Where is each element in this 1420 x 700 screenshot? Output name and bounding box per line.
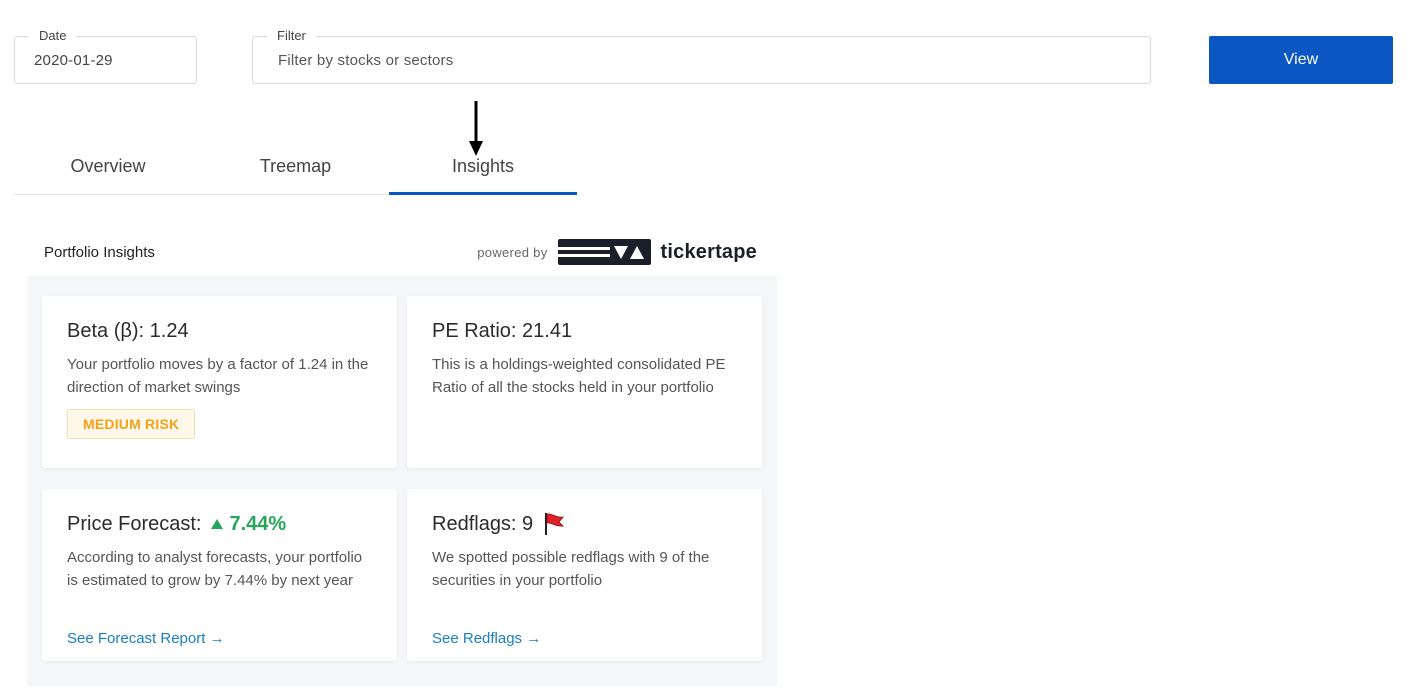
forecast-value-wrap: 7.44% (211, 511, 286, 537)
beta-title: Beta (β): 1.24 (67, 320, 189, 342)
powered-by-text: powered by (477, 244, 548, 260)
pe-ratio-description: This is a holdings-weighted consolidated… (432, 356, 726, 396)
red-flag-icon (545, 513, 565, 535)
beta-card: Beta (β): 1.24 Your portfolio moves by a… (42, 296, 397, 468)
filter-field[interactable]: Filter (252, 28, 1151, 84)
filter-input[interactable] (253, 37, 1150, 83)
insights-panel: Beta (β): 1.24 Your portfolio moves by a… (27, 276, 777, 686)
price-forecast-description: According to analyst forecasts, your por… (67, 549, 363, 589)
powered-by: powered by tickertape (477, 238, 757, 266)
redflags-heading: Redflags: 9 (432, 511, 737, 537)
price-forecast-title: Price Forecast: (67, 513, 202, 535)
redflags-title: Redflags: 9 (432, 513, 534, 535)
beta-description: Your portfolio moves by a factor of 1.24… (67, 356, 369, 396)
date-field[interactable]: Date 2020-01-29 (14, 28, 197, 84)
tab-treemap[interactable]: Treemap (202, 140, 389, 193)
tab-bar: Overview Treemap Insights (14, 140, 577, 195)
risk-badge: MEDIUM RISK (67, 409, 196, 439)
date-value[interactable]: 2020-01-29 (34, 37, 113, 83)
price-forecast-heading: Price Forecast: 7.44% (67, 511, 372, 537)
insights-header: Portfolio Insights powered by tickertape (27, 232, 777, 276)
tab-insights[interactable]: Insights (389, 140, 577, 195)
redflags-card: Redflags: 9 We spotted possible redflags… (407, 489, 762, 661)
see-forecast-report-link[interactable]: See Forecast Report → (67, 630, 225, 647)
triangle-up-icon (211, 519, 224, 529)
tab-overview[interactable]: Overview (14, 140, 202, 193)
insights-title: Portfolio Insights (44, 244, 155, 261)
redflags-description: We spotted possible redflags with 9 of t… (432, 549, 710, 589)
forecast-value: 7.44% (229, 513, 287, 535)
price-forecast-card: Price Forecast: 7.44% According to analy… (42, 489, 397, 661)
pe-ratio-title: PE Ratio: 21.41 (432, 320, 573, 342)
view-button[interactable]: View (1209, 36, 1393, 84)
pe-ratio-card: PE Ratio: 21.41 This is a holdings-weigh… (407, 296, 762, 468)
see-redflags-link[interactable]: See Redflags → (432, 630, 541, 647)
brand-name: tickertape (660, 240, 757, 263)
tickertape-logo-icon (557, 239, 651, 265)
